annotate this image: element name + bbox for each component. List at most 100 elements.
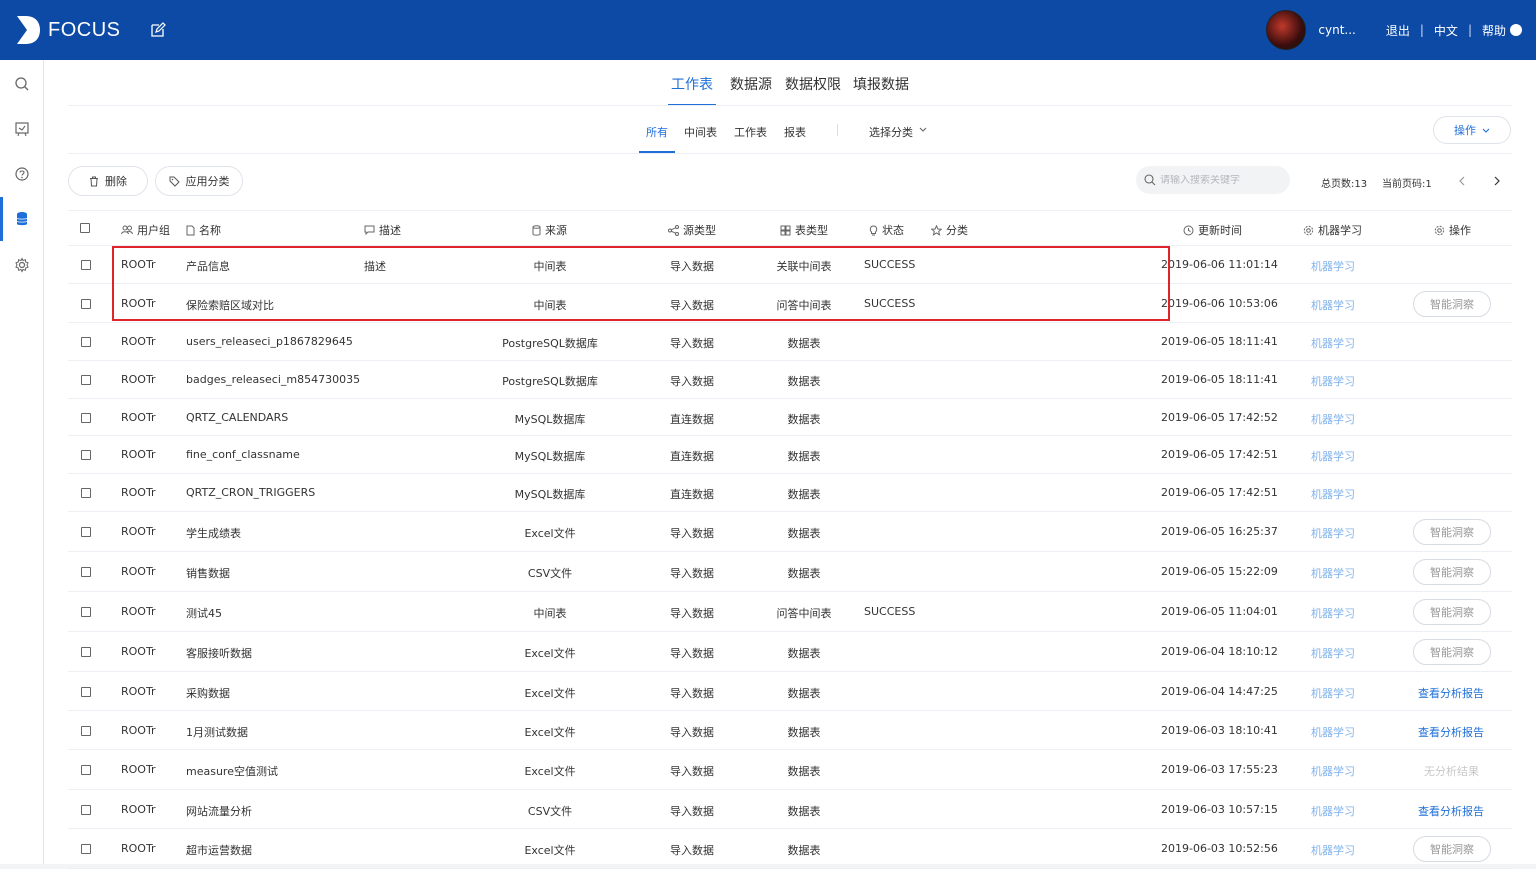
insight-button[interactable]: 智能洞察	[1413, 639, 1491, 665]
prev-page-icon[interactable]	[1455, 174, 1469, 188]
ml-link[interactable]: 机器学习	[1311, 605, 1355, 621]
column-user-group[interactable]: 用户组	[121, 222, 170, 238]
next-page-icon[interactable]	[1490, 174, 1504, 188]
column-source-type[interactable]: 源类型	[668, 222, 716, 238]
help-icon[interactable]: ?	[1510, 24, 1522, 36]
table-row[interactable]: ROOTr badges_releaseci_m854730035 PostgreS…	[68, 361, 1512, 399]
column-category[interactable]: 分类	[931, 222, 968, 238]
row-checkbox[interactable]	[81, 844, 91, 857]
tab-worksheet-filter[interactable]: 工作表	[734, 122, 767, 153]
table-row[interactable]: ROOTr fine_conf_classname MySQL数据库 直连数据 数据表 2…	[68, 436, 1512, 474]
ml-link[interactable]: 机器学习	[1311, 411, 1355, 427]
ml-link[interactable]: 机器学习	[1311, 842, 1355, 858]
row-checkbox[interactable]	[81, 260, 91, 273]
tab-datasource[interactable]: 数据源	[730, 74, 772, 106]
cell-name[interactable]: users_releaseci_p1867829645	[186, 335, 353, 348]
table-row[interactable]: ROOTr 学生成绩表 Excel文件 导入数据 数据表 2019-06-05 16:25…	[68, 512, 1512, 552]
search-box[interactable]	[1136, 166, 1290, 194]
sidebar-item-help[interactable]	[0, 152, 44, 196]
cell-name[interactable]: 采购数据	[186, 685, 230, 701]
operate-button[interactable]: 操作	[1433, 116, 1511, 144]
table-row[interactable]: ROOTr 网站流量分析 CSV文件 导入数据 数据表 2019-06-03 10:57:…	[68, 790, 1512, 829]
ml-link[interactable]: 机器学习	[1311, 685, 1355, 701]
ml-link[interactable]: 机器学习	[1311, 448, 1355, 464]
insight-button[interactable]: 智能洞察	[1413, 836, 1491, 862]
row-checkbox[interactable]	[81, 687, 91, 700]
column-update-time[interactable]: 更新时间	[1183, 222, 1242, 238]
row-checkbox[interactable]	[81, 765, 91, 778]
edit-icon[interactable]	[150, 22, 166, 38]
tab-worksheet[interactable]: 工作表	[668, 74, 716, 106]
apply-category-button[interactable]: 应用分类	[155, 166, 243, 196]
column-source[interactable]: 来源	[532, 222, 567, 238]
row-checkbox[interactable]	[81, 375, 91, 388]
sidebar-item-board[interactable]	[0, 107, 44, 151]
select-all-checkbox[interactable]	[80, 223, 90, 233]
sidebar-item-data[interactable]	[0, 197, 44, 241]
cell-name[interactable]: 学生成绩表	[186, 525, 241, 541]
cell-name[interactable]: fine_conf_classname	[186, 448, 300, 461]
tab-data-permission[interactable]: 数据权限	[785, 74, 841, 106]
table-row[interactable]: ROOTr users_releaseci_p1867829645 PostgreS…	[68, 323, 1512, 361]
cell-name[interactable]: 销售数据	[186, 565, 230, 581]
column-ml[interactable]: 机器学习	[1303, 222, 1362, 238]
app-logo[interactable]: FOCUS	[14, 14, 121, 46]
cell-name[interactable]: badges_releaseci_m854730035	[186, 373, 360, 386]
category-select[interactable]: 选择分类	[869, 122, 927, 153]
column-name[interactable]: 名称	[186, 222, 221, 238]
row-checkbox[interactable]	[81, 488, 91, 501]
ml-link[interactable]: 机器学习	[1311, 565, 1355, 581]
search-input[interactable]	[1160, 174, 1280, 186]
insight-button[interactable]: 智能洞察	[1413, 519, 1491, 545]
table-row[interactable]: ROOTr 销售数据 CSV文件 导入数据 数据表 2019-06-05 15:22:09…	[68, 552, 1512, 592]
row-checkbox[interactable]	[81, 607, 91, 620]
table-row[interactable]: ROOTr QRTZ_CALENDARS MySQL数据库 直连数据 数据表 2019-0…	[68, 399, 1512, 436]
help-link[interactable]: 帮助	[1482, 22, 1506, 39]
insight-button[interactable]: 智能洞察	[1413, 599, 1491, 625]
user-name[interactable]: cynt...	[1318, 23, 1355, 37]
table-row[interactable]: ROOTr 超市运营数据 Excel文件 导入数据 数据表 2019-06-03 10:5…	[68, 829, 1512, 869]
table-row[interactable]: ROOTr 产品信息 描述 中间表 导入数据 关联中间表 SUCCESS 2019-06-06…	[68, 246, 1512, 284]
ml-link[interactable]: 机器学习	[1311, 525, 1355, 541]
column-table-type[interactable]: 表类型	[780, 222, 828, 238]
table-row[interactable]: ROOTr measure空值测试 Excel文件 导入数据 数据表 2019-06-03…	[68, 750, 1512, 790]
row-checkbox[interactable]	[81, 413, 91, 426]
row-checkbox[interactable]	[81, 299, 91, 312]
view-report-link[interactable]: 查看分析报告	[1418, 724, 1484, 740]
cell-name[interactable]: measure空值测试	[186, 763, 278, 779]
ml-link[interactable]: 机器学习	[1311, 763, 1355, 779]
cell-name[interactable]: 超市运营数据	[186, 842, 252, 858]
cell-name[interactable]: 产品信息	[186, 258, 230, 274]
row-checkbox[interactable]	[81, 726, 91, 739]
sidebar-item-search[interactable]	[0, 62, 44, 106]
table-row[interactable]: ROOTr 客服接听数据 Excel文件 导入数据 数据表 2019-06-04 18:1…	[68, 632, 1512, 672]
table-row[interactable]: ROOTr 1月测试数据 Excel文件 导入数据 数据表 2019-06-03 18:1…	[68, 711, 1512, 750]
cell-name[interactable]: 1月测试数据	[186, 724, 248, 740]
delete-button[interactable]: 删除	[68, 166, 148, 196]
cell-name[interactable]: 客服接听数据	[186, 645, 252, 661]
column-description[interactable]: 描述	[364, 222, 401, 238]
insight-button[interactable]: 智能洞察	[1413, 291, 1491, 317]
language-link[interactable]: 中文	[1434, 22, 1458, 39]
row-checkbox[interactable]	[81, 647, 91, 660]
row-checkbox[interactable]	[81, 567, 91, 580]
cell-name[interactable]: 保险索赔区域对比	[186, 297, 274, 313]
ml-link[interactable]: 机器学习	[1311, 373, 1355, 389]
table-row[interactable]: ROOTr 保险索赔区域对比 中间表 导入数据 问答中间表 SUCCESS 2019-06-…	[68, 284, 1512, 323]
view-report-link[interactable]: 查看分析报告	[1418, 685, 1484, 701]
ml-link[interactable]: 机器学习	[1311, 297, 1355, 313]
cell-name[interactable]: QRTZ_CALENDARS	[186, 411, 288, 424]
avatar[interactable]	[1266, 10, 1307, 50]
ml-link[interactable]: 机器学习	[1311, 335, 1355, 351]
tab-intermediate[interactable]: 中间表	[684, 122, 717, 153]
table-row[interactable]: ROOTr 采购数据 Excel文件 导入数据 数据表 2019-06-04 14:47:…	[68, 672, 1512, 711]
ml-link[interactable]: 机器学习	[1311, 803, 1355, 819]
column-actions[interactable]: 操作	[1434, 222, 1471, 238]
tab-report[interactable]: 报表	[784, 122, 806, 153]
tab-all[interactable]: 所有	[639, 122, 675, 153]
ml-link[interactable]: 机器学习	[1311, 486, 1355, 502]
row-checkbox[interactable]	[81, 805, 91, 818]
row-checkbox[interactable]	[81, 450, 91, 463]
table-row[interactable]: ROOTr 测试45 中间表 导入数据 问答中间表 SUCCESS 2019-06-05 1…	[68, 592, 1512, 632]
cell-name[interactable]: 测试45	[186, 605, 222, 621]
